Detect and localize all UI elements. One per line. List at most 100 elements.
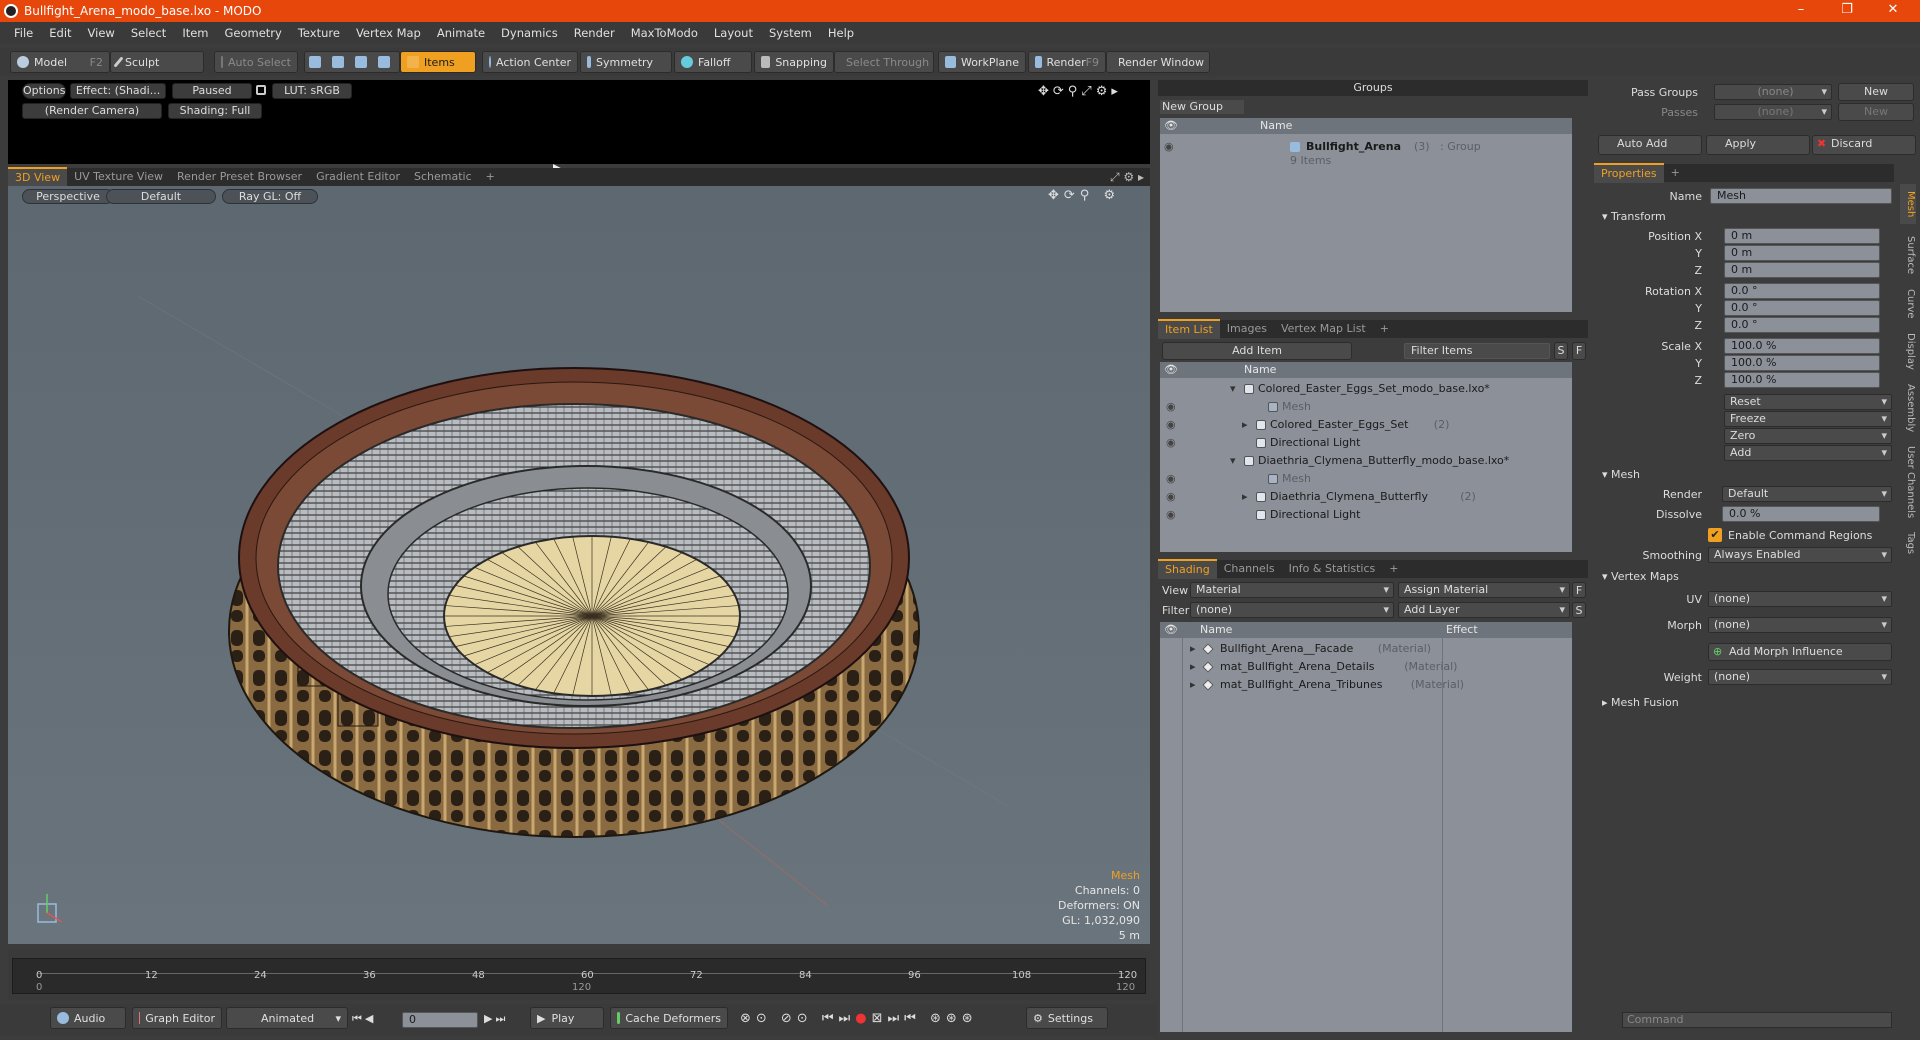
action-center-button[interactable]: Action Center: [482, 51, 578, 73]
render-dropdown[interactable]: Default: [1722, 486, 1892, 502]
shader-row[interactable]: ▸ Bullfight_Arena__Facade (Material): [1160, 640, 1572, 658]
expand-arrow-icon[interactable]: ▸: [1242, 416, 1248, 434]
filter-f-button[interactable]: F: [1572, 342, 1586, 360]
auto-select-button[interactable]: Auto Select: [214, 51, 298, 73]
menu-animate[interactable]: Animate: [429, 22, 493, 44]
menu-render[interactable]: Render: [566, 22, 623, 44]
passes-new-button[interactable]: New: [1838, 103, 1914, 121]
side-tab-curve[interactable]: Curve: [1900, 286, 1916, 322]
menu-geometry[interactable]: Geometry: [217, 22, 290, 44]
eye-icon[interactable]: ◉: [1166, 470, 1176, 488]
new-group-button[interactable]: New Group: [1160, 100, 1244, 114]
tab-schematic[interactable]: Schematic: [407, 168, 479, 186]
list-item[interactable]: ◉ Directional Light: [1160, 506, 1572, 524]
tab-vertex-map-list[interactable]: Vertex Map List: [1274, 320, 1373, 338]
scale-z-field[interactable]: 100.0 %: [1724, 372, 1880, 388]
tab-render-preset-browser[interactable]: Render Preset Browser: [170, 168, 309, 186]
tab-item-list[interactable]: Item List: [1158, 319, 1220, 339]
menu-item[interactable]: Item: [174, 22, 216, 44]
discard-button[interactable]: ✖ Discard: [1812, 135, 1916, 155]
side-tab-tags[interactable]: Tags: [1900, 528, 1916, 558]
expand-arrow-icon[interactable]: ▾: [1230, 380, 1236, 398]
viewport-3d[interactable]: Perspective Default Ray GL: Off ✥⟳⚲ ⚙ Me…: [8, 186, 1150, 944]
mesh-section[interactable]: ▾ Mesh: [1602, 468, 1640, 481]
transform-section[interactable]: ▾ Transform: [1602, 210, 1666, 223]
list-item[interactable]: ◉ ▸ Colored_Easter_Eggs_Set (2): [1160, 416, 1572, 434]
tab-channels[interactable]: Channels: [1217, 560, 1282, 578]
model-mode-button[interactable]: Model F2: [10, 51, 110, 73]
filter-s-button[interactable]: S: [1554, 342, 1568, 360]
workplane-button[interactable]: WorkPlane: [938, 51, 1026, 73]
vertex-maps-section[interactable]: ▾ Vertex Maps: [1602, 570, 1679, 583]
side-tab-surface[interactable]: Surface: [1900, 230, 1916, 280]
add-tab-button[interactable]: +: [479, 168, 502, 186]
eye-icon[interactable]: ◉: [1164, 138, 1174, 156]
current-frame-field[interactable]: 0: [402, 1012, 478, 1028]
preview-lut-dropdown[interactable]: LUT: sRGB: [272, 83, 352, 99]
items-mode-button[interactable]: Items: [400, 51, 476, 73]
scale-y-field[interactable]: 100.0 %: [1724, 355, 1880, 371]
tab-shading[interactable]: Shading: [1158, 559, 1217, 579]
tab-info-statistics[interactable]: Info & Statistics: [1282, 560, 1383, 578]
close-button[interactable]: ✕: [1870, 0, 1916, 22]
select-through-button[interactable]: Select Through: [834, 51, 934, 73]
menu-edit[interactable]: Edit: [41, 22, 79, 44]
enable-regions-checkbox[interactable]: ✔: [1708, 528, 1722, 542]
minimize-button[interactable]: –: [1778, 0, 1824, 22]
expand-arrow-icon[interactable]: ▸: [1242, 488, 1248, 506]
falloff-button[interactable]: Falloff: [674, 51, 752, 73]
list-item[interactable]: ◉ ▸ Diaethria_Clymena_Butterfly (2): [1160, 488, 1572, 506]
maximize-button[interactable]: ❐: [1824, 0, 1870, 22]
side-tab-mesh[interactable]: Mesh: [1900, 184, 1916, 224]
edges-mode-icon[interactable]: [332, 56, 344, 68]
tab-gradient-editor[interactable]: Gradient Editor: [309, 168, 407, 186]
name-field[interactable]: Mesh: [1710, 188, 1892, 204]
command-input[interactable]: Command: [1622, 1012, 1892, 1028]
materials-mode-icon[interactable]: [378, 56, 390, 68]
rotation-x-field[interactable]: 0.0 °: [1724, 283, 1880, 299]
reset-dropdown[interactable]: Reset: [1724, 394, 1892, 410]
lock-icon[interactable]: [256, 85, 266, 95]
preview-options-button[interactable]: Options: [22, 83, 66, 99]
side-tab-user-channels[interactable]: User Channels: [1900, 442, 1916, 522]
tab-properties[interactable]: Properties: [1594, 163, 1664, 183]
list-item[interactable]: ▾ Diaethria_Clymena_Butterfly_modo_base.l…: [1160, 452, 1572, 470]
list-item[interactable]: ◉ Directional Light: [1160, 434, 1572, 452]
cache-deformers-button[interactable]: Cache Deformers: [610, 1007, 728, 1029]
eye-icon[interactable]: ◉: [1166, 398, 1176, 416]
zero-dropdown[interactable]: Zero: [1724, 428, 1892, 444]
tab-images[interactable]: Images: [1220, 320, 1274, 338]
menu-maxtomodo[interactable]: MaxToModo: [623, 22, 706, 44]
auto-add-button[interactable]: Auto Add: [1598, 135, 1702, 155]
menu-layout[interactable]: Layout: [706, 22, 761, 44]
assign-material-dropdown[interactable]: Assign Material: [1398, 582, 1570, 598]
vertices-mode-icon[interactable]: [309, 56, 321, 68]
list-item[interactable]: ◉ Mesh: [1160, 470, 1572, 488]
shading-f-button[interactable]: F: [1572, 582, 1586, 598]
menu-dynamics[interactable]: Dynamics: [493, 22, 566, 44]
group-row-bullfight-arena[interactable]: ◉ Bullfight_Arena (3) : Group: [1160, 138, 1572, 156]
passes-dropdown[interactable]: (none): [1714, 104, 1832, 120]
snapping-button[interactable]: Snapping: [754, 51, 834, 73]
pass-groups-dropdown[interactable]: (none): [1714, 84, 1832, 100]
rotation-y-field[interactable]: 0.0 °: [1724, 300, 1880, 316]
tab-uv-texture-view[interactable]: UV Texture View: [67, 168, 170, 186]
render-window-button[interactable]: Render Window: [1106, 51, 1210, 73]
view-dropdown[interactable]: Material: [1190, 582, 1394, 598]
skip-forward-icons[interactable]: ▶⏭: [484, 1012, 508, 1026]
list-item[interactable]: ◉ Mesh: [1160, 398, 1572, 416]
uv-dropdown[interactable]: (none): [1708, 591, 1892, 607]
position-x-field[interactable]: 0 m: [1724, 228, 1880, 244]
filter-items-field[interactable]: Filter Items: [1404, 343, 1550, 359]
side-tab-assembly[interactable]: Assembly: [1900, 380, 1916, 436]
audio-button[interactable]: Audio: [50, 1007, 126, 1029]
dissolve-field[interactable]: 0.0 %: [1722, 506, 1880, 522]
menu-system[interactable]: System: [761, 22, 820, 44]
morph-dropdown[interactable]: (none): [1708, 617, 1892, 633]
pass-groups-new-button[interactable]: New: [1838, 83, 1914, 101]
list-item[interactable]: ▾ Colored_Easter_Eggs_Set_modo_base.lxo*: [1160, 380, 1572, 398]
apply-button[interactable]: Apply: [1706, 135, 1810, 155]
add-tab-button[interactable]: +: [1664, 164, 1687, 182]
menu-select[interactable]: Select: [123, 22, 174, 44]
position-z-field[interactable]: 0 m: [1724, 262, 1880, 278]
